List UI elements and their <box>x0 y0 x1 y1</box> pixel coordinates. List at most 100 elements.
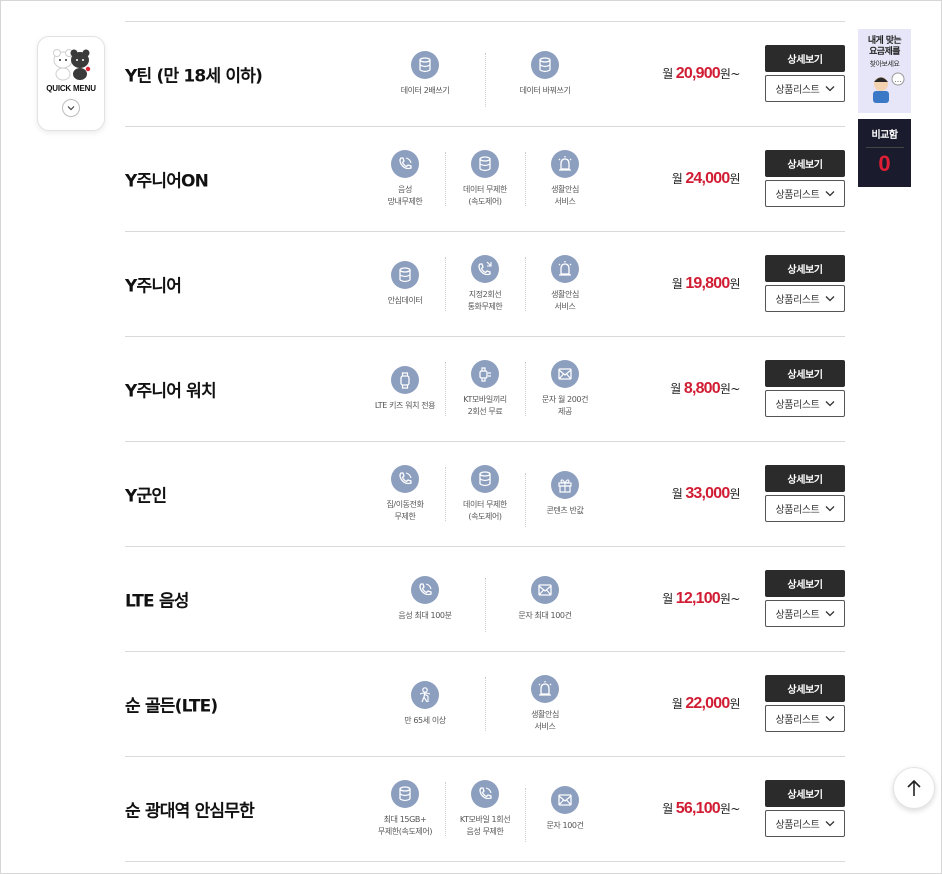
price-suffix: 원~ <box>719 67 741 81</box>
price-prefix: 월 <box>662 802 673 816</box>
price-value: 24,000 <box>685 170 730 187</box>
mail-icon <box>551 786 579 814</box>
plan-feature-text: 지정2회선 통화무제한 <box>467 290 503 311</box>
plan-name: Y주니어 워치 <box>125 381 217 402</box>
price-prefix: 월 <box>670 382 681 396</box>
plan-feature: 콘텐츠 반값 <box>525 471 605 527</box>
product-list-label: 상품리스트 <box>775 190 820 201</box>
price-value: 33,000 <box>685 485 730 502</box>
plan-feature-text: 만 65세 이상 <box>404 716 446 725</box>
chevron-down-icon <box>825 86 834 92</box>
product-list-dropdown[interactable]: 상품리스트 <box>765 75 845 102</box>
plan-actions: 상세보기상품리스트 <box>765 45 845 102</box>
plan-feature: 생활안심 서비스 <box>525 150 605 208</box>
plan-feature-text: 데이터 무제한 (속도제어) <box>463 500 507 521</box>
plan-feature-text: 음성 최대 100분 <box>398 611 452 620</box>
plan-feature-text: 문자 100건 <box>546 821 584 830</box>
product-list-dropdown[interactable]: 상품리스트 <box>765 390 845 417</box>
plan-feature: LTE 키즈 워치 전용 <box>365 366 445 412</box>
plan-feature: 집/이동전화 무제한 <box>365 465 445 523</box>
plan-feature: 데이터 2배쓰기 <box>365 51 485 97</box>
compare-box[interactable]: 비교함 0 <box>858 119 911 187</box>
product-list-dropdown[interactable]: 상품리스트 <box>765 285 845 312</box>
detail-button[interactable]: 상세보기 <box>765 360 845 387</box>
plan-feature-text: 안심데이터 <box>387 296 423 305</box>
product-list-label: 상품리스트 <box>775 295 820 306</box>
chevron-down-icon <box>825 191 834 197</box>
plan-feature-text: 데이터 무제한 (속도제어) <box>463 185 507 206</box>
plan-actions: 상세보기상품리스트 <box>765 570 845 627</box>
plan-row: Y군인 집/이동전화 무제한 데이터 무제한 (속도제어) 콘텐츠 반값 월 33,000… <box>125 442 845 547</box>
plan-price: 월 8,800 원~ <box>670 380 740 398</box>
product-list-dropdown[interactable]: 상품리스트 <box>765 600 845 627</box>
quick-menu-toggle[interactable] <box>62 99 80 117</box>
plan-feature-text: 집/이동전화 무제한 <box>386 500 424 521</box>
price-suffix: 원~ <box>719 382 741 396</box>
plan-feature-text: KT모바일 1회선 음성 무제한 <box>459 815 511 836</box>
plan-name: Y틴 (만 18세 이하) <box>125 66 263 87</box>
price-suffix: 원 <box>729 277 740 291</box>
alarm-icon <box>551 255 579 283</box>
plan-actions: 상세보기상품리스트 <box>765 780 845 837</box>
plan-features: 데이터 2배쓰기 데이터 바꿔쓰기 <box>365 22 605 126</box>
plan-price: 월 33,000 원 <box>671 485 741 503</box>
plan-feature: 만 65세 이상 <box>365 681 485 727</box>
plan-feature: 문자 100건 <box>525 786 605 842</box>
detail-button[interactable]: 상세보기 <box>765 465 845 492</box>
detail-button[interactable]: 상세보기 <box>765 675 845 702</box>
chevron-down-icon <box>825 506 834 512</box>
plan-features: 안심데이터 지정2회선 통화무제한 생활안심 서비스 <box>365 232 605 336</box>
price-value: 20,900 <box>675 65 721 82</box>
price-prefix: 월 <box>671 697 683 711</box>
product-list-label: 상품리스트 <box>775 85 820 96</box>
detail-button[interactable]: 상세보기 <box>765 45 845 72</box>
plan-actions: 상세보기상품리스트 <box>765 150 845 207</box>
plan-feature-text: LTE 키즈 워치 전용 <box>374 401 436 410</box>
product-list-label: 상품리스트 <box>775 505 820 516</box>
price-value: 19,800 <box>685 275 730 292</box>
database-icon <box>391 780 419 808</box>
scroll-top-button[interactable] <box>893 767 935 809</box>
gift-icon <box>551 471 579 499</box>
price-prefix: 월 <box>662 67 673 81</box>
plan-feature-text: 데이터 바꿔쓰기 <box>519 86 571 95</box>
plan-feature: 데이터 무제한 (속도제어) <box>445 150 525 208</box>
quick-menu[interactable]: QUICK MENU <box>37 36 105 131</box>
watch-call-icon <box>471 360 499 388</box>
arrow-up-icon <box>907 779 921 796</box>
detail-button[interactable]: 상세보기 <box>765 150 845 177</box>
plan-price: 월 24,000 원 <box>671 170 741 188</box>
price-prefix: 월 <box>671 172 683 186</box>
plan-feature: 문자 최대 100건 <box>485 576 605 632</box>
quick-menu-label: QUICK MENU <box>46 84 96 93</box>
plan-name: Y주니어ON <box>125 171 209 192</box>
price-prefix: 월 <box>671 487 683 501</box>
plan-name: 순 골든(LTE) <box>125 696 218 717</box>
plan-actions: 상세보기상품리스트 <box>765 255 845 312</box>
product-list-dropdown[interactable]: 상품리스트 <box>765 705 845 732</box>
plan-features: 최대 15GB+ 무제한(속도제어) KT모바일 1회선 음성 무제한 문자 100… <box>365 757 605 861</box>
plan-feature: 지정2회선 통화무제한 <box>445 255 525 313</box>
database-icon <box>471 150 499 178</box>
product-list-label: 상품리스트 <box>775 400 820 411</box>
find-plan-banner[interactable]: 내게 맞는 요금제를 찾아보세요 … <box>858 29 911 113</box>
plan-price: 월 12,100 원~ <box>662 590 740 608</box>
price-suffix: 원~ <box>719 592 741 606</box>
compare-divider <box>865 147 904 148</box>
detail-button[interactable]: 상세보기 <box>765 255 845 282</box>
svg-text:…: … <box>894 76 901 84</box>
detail-button[interactable]: 상세보기 <box>765 570 845 597</box>
plan-feature-text: KT모바일끼리 2회선 무료 <box>463 395 507 416</box>
alarm-icon <box>531 675 559 703</box>
database-icon <box>471 465 499 493</box>
compare-label: 비교함 <box>871 130 898 141</box>
product-list-dropdown[interactable]: 상품리스트 <box>765 180 845 207</box>
watch-icon <box>391 366 419 394</box>
product-list-dropdown[interactable]: 상품리스트 <box>765 495 845 522</box>
plan-feature: 생활안심 서비스 <box>485 675 605 733</box>
plan-price: 월 56,100 원~ <box>662 800 740 818</box>
product-list-dropdown[interactable]: 상품리스트 <box>765 810 845 837</box>
detail-button[interactable]: 상세보기 <box>765 780 845 807</box>
price-prefix: 월 <box>671 277 683 291</box>
price-value: 8,800 <box>683 380 721 397</box>
